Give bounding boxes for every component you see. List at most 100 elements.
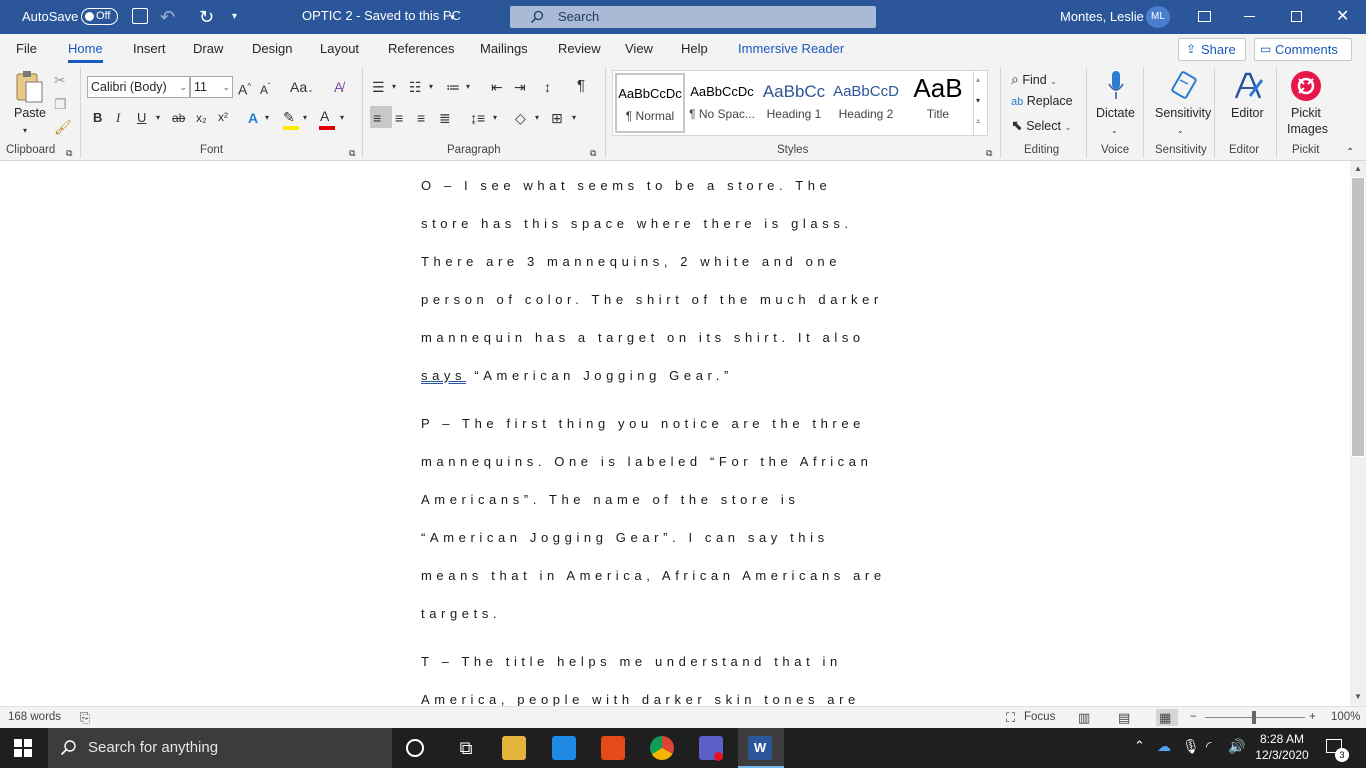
replace-button[interactable]: ab Replace [1011, 93, 1073, 111]
sensitivity-label[interactable]: Sensitivity [1155, 106, 1211, 120]
comments-button[interactable]: ▭ Comments [1254, 38, 1352, 61]
paragraph-launcher-icon[interactable]: ⧉ [590, 144, 596, 162]
search-box[interactable]: Search [510, 6, 876, 28]
scroll-up-icon[interactable]: ▲ [1352, 163, 1364, 175]
read-mode-icon[interactable]: ▥ [1078, 707, 1090, 728]
web-layout-icon[interactable]: ▦ [1159, 707, 1171, 728]
zoom-slider-thumb[interactable] [1252, 711, 1256, 724]
shading-icon[interactable]: ◇ [515, 109, 526, 127]
pickit-logo-icon[interactable] [1291, 71, 1321, 101]
tab-view[interactable]: View [625, 34, 653, 64]
ribbon-display-icon[interactable] [1198, 11, 1211, 22]
underline-dropdown-icon[interactable]: ▾ [156, 109, 160, 127]
tab-design[interactable]: Design [252, 34, 292, 64]
font-name-combo[interactable]: Calibri (Body) ⌄ [87, 76, 190, 98]
font-size-combo[interactable]: 11 ⌄ [190, 76, 233, 98]
style-title[interactable]: AaB Title [903, 73, 973, 133]
title-dropdown-icon[interactable]: ▾ [450, 0, 455, 34]
change-case-button[interactable]: Aa⌄ [290, 78, 314, 99]
subscript-button[interactable]: x₂ [196, 109, 207, 127]
office-icon[interactable] [601, 736, 625, 760]
wifi-icon[interactable]: ◜ [1206, 738, 1211, 755]
avatar[interactable]: ML [1146, 6, 1170, 28]
borders-icon[interactable]: ⊞ [551, 109, 563, 127]
focus-icon[interactable]: ⛶ [1006, 707, 1015, 728]
mail-icon[interactable] [552, 736, 576, 760]
style-normal[interactable]: AaBbCcDc ¶ Normal [615, 73, 685, 133]
numbering-icon[interactable]: ☷ [409, 78, 422, 96]
zoom-in-icon[interactable]: + [1309, 707, 1316, 728]
paragraph-t[interactable]: T – The title helps me understand that i… [421, 643, 941, 706]
style-no-spacing[interactable]: AaBbCcDc ¶ No Spac... [687, 73, 757, 133]
highlight-icon[interactable]: ✎ [283, 108, 295, 126]
editor-label[interactable]: Editor [1231, 106, 1264, 120]
show-formatting-icon[interactable]: ¶ [577, 77, 585, 95]
italic-button[interactable]: I [116, 109, 120, 127]
close-icon[interactable]: ✕ [1336, 0, 1349, 34]
vertical-scrollbar[interactable]: ▲ ▼ [1350, 161, 1366, 706]
strikethrough-button[interactable]: ab [172, 109, 185, 127]
text-effects-dropdown-icon[interactable]: ▾ [265, 109, 269, 127]
shrink-font-icon[interactable]: Aˇ [260, 78, 271, 99]
autosave-toggle[interactable]: Off [81, 8, 118, 25]
editor-icon[interactable] [1232, 70, 1264, 102]
word-count[interactable]: 168 words [8, 707, 61, 728]
multilevel-list-icon[interactable]: ≔ [446, 78, 460, 96]
share-button[interactable]: ⇪ Share [1178, 38, 1246, 61]
paste-button[interactable] [14, 70, 44, 106]
clock[interactable]: 8:28 AM 12/3/2020 [1252, 731, 1312, 763]
clipboard-launcher-icon[interactable]: ⧉ [66, 144, 72, 162]
task-view-icon[interactable]: ⧉ [454, 736, 478, 760]
undo-icon[interactable]: ↶ [160, 0, 175, 34]
align-center-icon[interactable]: ≡ [395, 109, 403, 127]
tab-immersive-reader[interactable]: Immersive Reader [738, 34, 844, 64]
superscript-button[interactable]: x² [218, 108, 228, 126]
clear-formatting-icon[interactable]: A̸ [334, 78, 343, 96]
cortana-icon[interactable] [406, 739, 424, 757]
multilevel-dropdown-icon[interactable]: ▾ [466, 78, 470, 96]
collapse-ribbon-icon[interactable]: ⌃ [1346, 144, 1354, 162]
restore-icon[interactable] [1291, 11, 1302, 22]
style-heading-2[interactable]: AaBbCcD Heading 2 [831, 73, 901, 133]
font-launcher-icon[interactable]: ⧉ [349, 144, 355, 162]
taskbar-search-box[interactable]: Search for anything [48, 728, 392, 768]
styles-down-icon[interactable]: ▾ [976, 92, 980, 110]
chrome-icon[interactable] [650, 736, 674, 760]
document-title[interactable]: OPTIC 2 - Saved to this PC [302, 0, 461, 33]
cut-icon[interactable]: ✂ [54, 71, 66, 89]
align-right-icon[interactable]: ≡ [417, 109, 425, 127]
line-spacing-dropdown-icon[interactable]: ▾ [493, 109, 497, 127]
styles-more-icon[interactable]: ⩡ [976, 113, 981, 131]
pickit-images-label[interactable]: Images [1287, 122, 1328, 136]
file-explorer-icon[interactable] [502, 736, 526, 760]
zoom-out-icon[interactable]: − [1190, 707, 1197, 728]
tab-help[interactable]: Help [681, 34, 708, 64]
pickit-label[interactable]: Pickit [1291, 106, 1321, 120]
tab-layout[interactable]: Layout [320, 34, 359, 64]
user-name[interactable]: Montes, Leslie [1060, 0, 1144, 34]
minimize-icon[interactable] [1244, 16, 1255, 17]
save-icon[interactable] [132, 8, 148, 24]
find-button[interactable]: ⌕ Find ⌄ [1011, 70, 1057, 88]
justify-icon[interactable]: ≣ [439, 109, 451, 127]
customize-qat-icon[interactable]: ▾ [232, 0, 237, 34]
text-effects-icon[interactable]: A [248, 109, 258, 127]
font-color-dropdown-icon[interactable]: ▾ [340, 109, 344, 127]
windows-start-icon[interactable] [14, 739, 32, 757]
styles-launcher-icon[interactable]: ⧉ [986, 144, 992, 162]
word-app-icon[interactable]: W [748, 736, 772, 760]
select-button[interactable]: ⬉ Select ⌄ [1011, 116, 1071, 134]
bullets-dropdown-icon[interactable]: ▾ [392, 78, 396, 96]
tab-references[interactable]: References [388, 34, 454, 64]
bold-button[interactable]: B [93, 109, 102, 127]
sort-icon[interactable]: ↕ [544, 78, 551, 96]
underline-button[interactable]: U [137, 109, 146, 127]
highlight-dropdown-icon[interactable]: ▾ [303, 109, 307, 127]
numbering-dropdown-icon[interactable]: ▾ [429, 78, 433, 96]
shading-dropdown-icon[interactable]: ▾ [535, 109, 539, 127]
zoom-level[interactable]: 100% [1331, 707, 1360, 728]
print-layout-icon[interactable]: ▤ [1118, 707, 1130, 728]
scroll-down-icon[interactable]: ▼ [1352, 691, 1364, 703]
proofing-icon[interactable]: ⎘ [80, 707, 90, 728]
sensitivity-icon[interactable] [1170, 70, 1198, 102]
